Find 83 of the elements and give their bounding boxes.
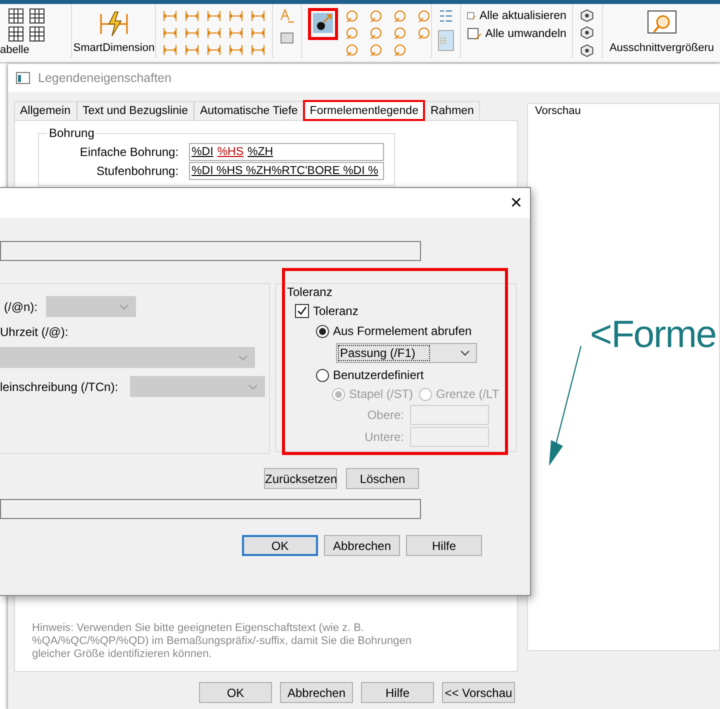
text-format-icon[interactable] xyxy=(279,8,296,24)
tab[interactable]: Allgemein xyxy=(14,101,76,120)
ribbon-action-button[interactable]: Alle aktualisieren xyxy=(467,8,566,24)
annotation-icon[interactable] xyxy=(344,8,360,24)
smart-dimension-label[interactable]: SmartDimension xyxy=(73,42,155,54)
dialog-button[interactable]: Zurücksetzen xyxy=(264,468,337,489)
table-icon[interactable] xyxy=(8,26,24,42)
annotation-icon[interactable] xyxy=(392,42,408,58)
tab[interactable]: Automatische Tiefe xyxy=(194,101,304,120)
tab[interactable]: Rahmen xyxy=(424,101,480,120)
list-icon[interactable] xyxy=(438,8,454,24)
dialog-button[interactable]: Löschen xyxy=(346,468,419,489)
field-label: Untere: xyxy=(364,430,404,444)
annotation-icon[interactable] xyxy=(368,42,384,58)
dialog-button[interactable]: Hilfe xyxy=(406,535,482,556)
field-label: (/@n): xyxy=(4,300,38,314)
annotation-icon[interactable] xyxy=(416,8,432,24)
window-icon xyxy=(16,72,30,84)
dropdown[interactable]: Passung (/F1) xyxy=(336,343,477,363)
chevron-icon xyxy=(248,384,258,390)
annotation-icon[interactable] xyxy=(344,25,360,41)
input-field[interactable] xyxy=(0,499,421,519)
dimension-icon[interactable] xyxy=(184,8,200,24)
zoom-window-label[interactable]: Ausschnittvergrößeru xyxy=(609,42,714,54)
dimension-icon[interactable] xyxy=(206,8,222,24)
preview-label: Vorschau xyxy=(535,105,581,117)
view-cube-icon[interactable] xyxy=(579,25,596,41)
field-label: Stufenbohrung: xyxy=(96,164,180,178)
dimension-icon[interactable] xyxy=(250,8,266,24)
dimension-icon[interactable] xyxy=(184,25,200,41)
dimension-icon[interactable] xyxy=(228,25,244,41)
dialog-button[interactable]: Abbrechen xyxy=(324,535,400,556)
image-icon[interactable] xyxy=(279,30,296,46)
close-button[interactable]: × xyxy=(510,193,522,213)
dimension-icon[interactable] xyxy=(162,25,178,41)
field-label: Einfache Bohrung: xyxy=(78,145,180,159)
dimension-icon[interactable] xyxy=(250,42,266,58)
dimension-icon[interactable] xyxy=(228,42,244,58)
annotation-icon[interactable] xyxy=(416,25,432,41)
input-field[interactable] xyxy=(0,241,421,261)
dialog-button[interactable]: Hilfe xyxy=(361,682,434,703)
chevron-icon xyxy=(460,350,470,356)
view-cube-icon[interactable] xyxy=(579,42,596,58)
table-icon[interactable] xyxy=(29,8,46,24)
dialog-button[interactable]: Abbrechen xyxy=(280,682,353,703)
dimension-icon[interactable] xyxy=(162,8,178,24)
tab[interactable]: Text und Bezugslinie xyxy=(76,101,194,120)
chevron-icon xyxy=(238,354,248,360)
update-note-icon xyxy=(467,26,482,42)
dimension-icon[interactable] xyxy=(228,8,244,24)
ribbon-action-button[interactable]: Alle umwandeln xyxy=(467,26,566,42)
dialog-button[interactable]: << Vorschau xyxy=(442,682,515,703)
input-field[interactable]: %DI %HS %ZH%RTC'BORE %DI % xyxy=(188,162,384,180)
table-icon[interactable] xyxy=(29,26,46,42)
table-label[interactable]: abelle xyxy=(0,44,30,56)
radio-button[interactable]: Benutzerdefiniert xyxy=(316,366,516,384)
group-title: Toleranz xyxy=(287,285,334,299)
dimension-icon[interactable] xyxy=(162,42,178,58)
annotation-icon[interactable] xyxy=(368,8,384,24)
view-cube-icon[interactable] xyxy=(579,8,596,24)
field-label: leinschreibung (/TCn): xyxy=(0,380,118,394)
window-title: Legendeneigenschaften xyxy=(38,71,172,85)
annotation-icon[interactable] xyxy=(344,42,360,58)
dialog-button[interactable]: OK xyxy=(199,682,272,703)
field-label: Uhrzeit (/@): xyxy=(0,325,68,339)
tab[interactable]: Formelementlegende xyxy=(304,101,424,120)
note-preview-text: <Forme xyxy=(590,314,716,357)
hint-text: Hinweis: Verwenden Sie bitte geeigneten Eigenschaftstext (wie z. B. %QA/%QC/%QP/%QD) im Bemaßungspräfix/-suffix, damit Sie die Bohrungen gleicher Größe identifizieren können. xyxy=(32,622,412,661)
annotation-icon[interactable] xyxy=(368,25,384,41)
annotation-icon[interactable] xyxy=(392,25,408,41)
dimension-icon[interactable] xyxy=(206,42,222,58)
group-title: Bohrung xyxy=(47,126,96,140)
annotation-icon[interactable] xyxy=(392,8,408,24)
chevron-icon xyxy=(118,304,129,310)
dimension-icon[interactable] xyxy=(206,25,222,41)
table-icon[interactable] xyxy=(8,8,24,24)
radio-button[interactable]: Aus Formelement abrufen xyxy=(316,322,516,340)
dimension-icon[interactable] xyxy=(250,25,266,41)
input-field[interactable]: %DI %HS %ZH xyxy=(188,143,384,161)
field-label: Obere: xyxy=(366,408,404,422)
checkbox[interactable]: Toleranz xyxy=(295,302,516,319)
dimension-icon[interactable] xyxy=(184,42,200,58)
dialog-button[interactable]: OK xyxy=(242,535,318,556)
